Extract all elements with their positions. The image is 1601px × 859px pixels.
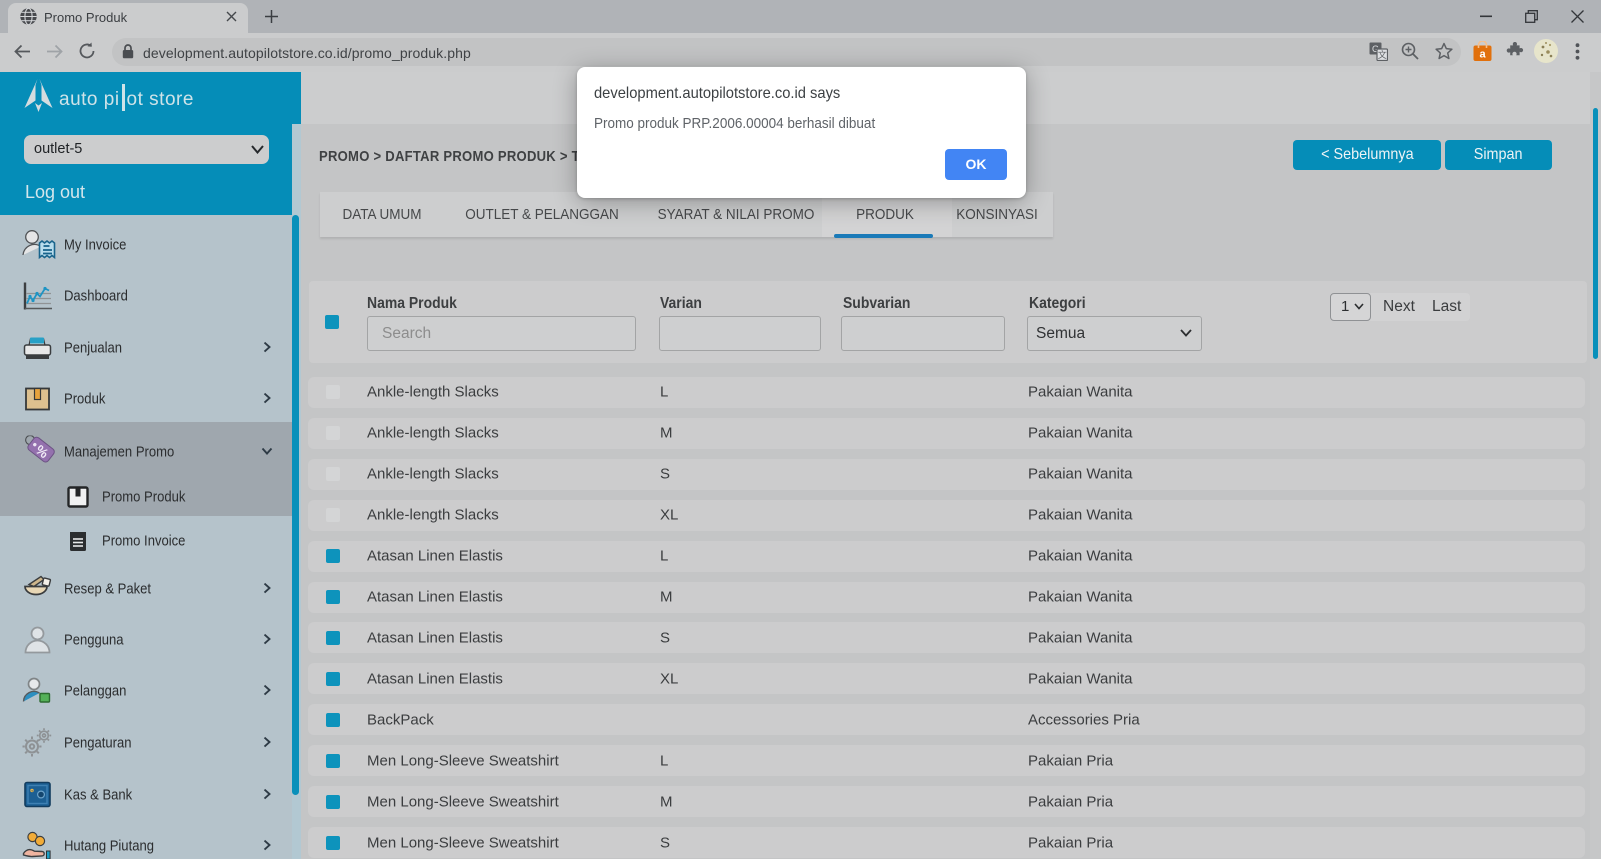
svg-text:文: 文	[1378, 49, 1387, 60]
svg-text:a: a	[1479, 49, 1486, 61]
